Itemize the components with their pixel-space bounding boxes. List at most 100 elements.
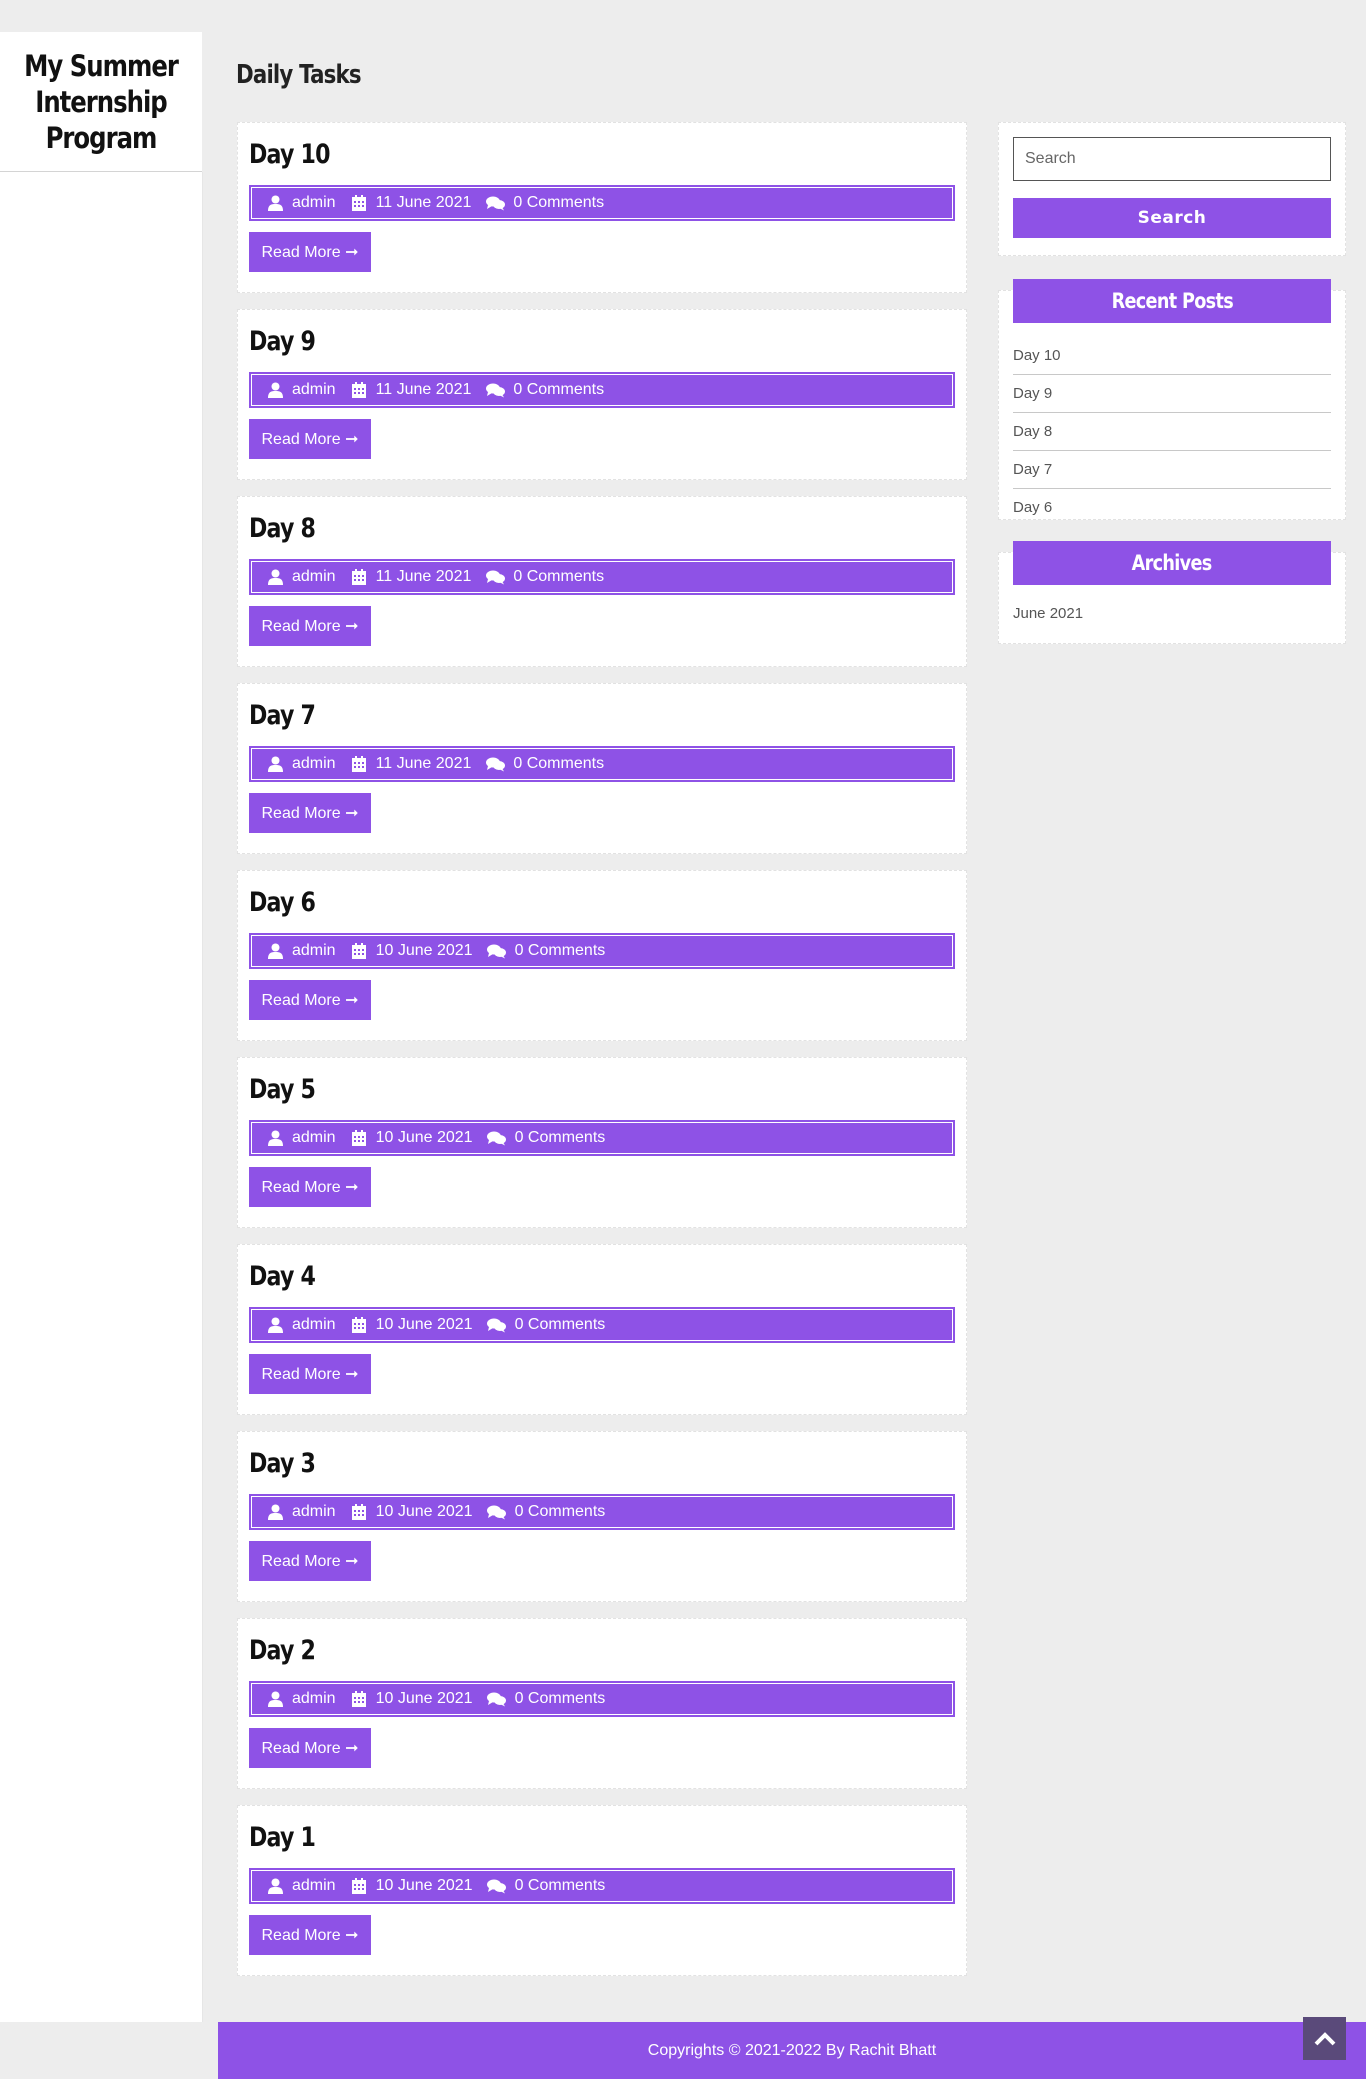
comments-icon xyxy=(485,194,505,212)
post-comments[interactable]: 0 Comments xyxy=(515,1129,606,1147)
post-comments[interactable]: 0 Comments xyxy=(515,942,606,960)
calendar-icon xyxy=(350,1690,368,1708)
post-date[interactable]: 10 June 2021 xyxy=(376,1877,473,1895)
right-sidebar: Search Recent Posts Day 10Day 9Day 8Day … xyxy=(998,122,1346,660)
recent-post-link[interactable]: Day 9 xyxy=(1013,375,1331,413)
comments-icon xyxy=(487,1316,507,1334)
calendar-icon xyxy=(350,942,368,960)
recent-post-link[interactable]: Day 8 xyxy=(1013,413,1331,451)
user-icon xyxy=(266,942,284,960)
post-date[interactable]: 10 June 2021 xyxy=(376,1129,473,1147)
post-comments[interactable]: 0 Comments xyxy=(515,1690,606,1708)
recent-post-link[interactable]: Day 7 xyxy=(1013,451,1331,489)
archives-title: Archives xyxy=(1013,541,1331,585)
post-card: Day 1 admin 10 June 2021 0 Comments Read Mor… xyxy=(237,1805,967,1976)
footer: Copyrights © 2021-2022 By Rachit Bhatt xyxy=(218,2022,1366,2079)
comments-icon xyxy=(485,755,505,773)
post-title[interactable]: Day 1 xyxy=(249,1822,316,1853)
comments-icon xyxy=(487,1503,507,1521)
post-meta: admin 11 June 2021 0 Comments xyxy=(249,185,955,221)
recent-post-link[interactable]: Day 10 xyxy=(1013,337,1331,375)
post-comments[interactable]: 0 Comments xyxy=(515,1877,606,1895)
post-card: Day 7 admin 11 June 2021 0 Comments Read Mor… xyxy=(237,683,967,854)
post-comments[interactable]: 0 Comments xyxy=(513,381,604,399)
read-more-button[interactable]: Read More ➞ xyxy=(249,1728,371,1768)
post-comments[interactable]: 0 Comments xyxy=(513,755,604,773)
post-comments[interactable]: 0 Comments xyxy=(513,568,604,586)
post-meta: admin 10 June 2021 0 Comments xyxy=(249,1307,955,1343)
read-more-button[interactable]: Read More ➞ xyxy=(249,1354,371,1394)
archives-list: June 2021 xyxy=(1013,599,1331,629)
post-author[interactable]: admin xyxy=(292,942,336,960)
post-author[interactable]: admin xyxy=(292,1877,336,1895)
post-title[interactable]: Day 8 xyxy=(249,513,316,544)
user-icon xyxy=(266,1316,284,1334)
read-more-button[interactable]: Read More ➞ xyxy=(249,1167,371,1207)
calendar-icon xyxy=(350,1129,368,1147)
left-sidebar-panel xyxy=(0,172,203,2022)
calendar-icon xyxy=(350,381,368,399)
read-more-button[interactable]: Read More ➞ xyxy=(249,606,371,646)
search-input[interactable] xyxy=(1013,137,1331,181)
comments-icon xyxy=(485,381,505,399)
comments-icon xyxy=(487,1690,507,1708)
site-title[interactable]: My Summer Internship Program xyxy=(16,48,186,156)
post-title[interactable]: Day 7 xyxy=(249,700,316,731)
post-title[interactable]: Day 6 xyxy=(249,887,316,918)
post-title[interactable]: Day 10 xyxy=(249,139,330,170)
post-meta: admin 10 June 2021 0 Comments xyxy=(249,1120,955,1156)
post-author[interactable]: admin xyxy=(292,1690,336,1708)
post-author[interactable]: admin xyxy=(292,194,336,212)
recent-posts-list: Day 10 Day 9 Day 8 Day 7 Day 6 xyxy=(1013,337,1331,527)
post-title[interactable]: Day 5 xyxy=(249,1074,316,1105)
post-author[interactable]: admin xyxy=(292,568,336,586)
post-title[interactable]: Day 2 xyxy=(249,1635,316,1666)
calendar-icon xyxy=(350,1316,368,1334)
post-author[interactable]: admin xyxy=(292,1316,336,1334)
post-title[interactable]: Day 9 xyxy=(249,326,316,357)
post-date[interactable]: 11 June 2021 xyxy=(376,755,472,773)
post-card: Day 2 admin 10 June 2021 0 Comments Read Mor… xyxy=(237,1618,967,1789)
read-more-button[interactable]: Read More ➞ xyxy=(249,793,371,833)
calendar-icon xyxy=(350,194,368,212)
post-meta: admin 11 June 2021 0 Comments xyxy=(249,559,955,595)
read-more-button[interactable]: Read More ➞ xyxy=(249,1541,371,1581)
post-date[interactable]: 11 June 2021 xyxy=(376,568,472,586)
post-meta: admin 11 June 2021 0 Comments xyxy=(249,746,955,782)
user-icon xyxy=(266,755,284,773)
post-card: Day 5 admin 10 June 2021 0 Comments Read Mor… xyxy=(237,1057,967,1228)
post-date[interactable]: 10 June 2021 xyxy=(376,942,473,960)
post-comments[interactable]: 0 Comments xyxy=(515,1503,606,1521)
read-more-button[interactable]: Read More ➞ xyxy=(249,419,371,459)
post-date[interactable]: 10 June 2021 xyxy=(376,1316,473,1334)
recent-post-link[interactable]: Day 6 xyxy=(1013,489,1331,527)
post-author[interactable]: admin xyxy=(292,755,336,773)
post-title[interactable]: Day 3 xyxy=(249,1448,316,1479)
read-more-button[interactable]: Read More ➞ xyxy=(249,1915,371,1955)
post-author[interactable]: admin xyxy=(292,1503,336,1521)
post-card: Day 8 admin 11 June 2021 0 Comments Read Mor… xyxy=(237,496,967,667)
chevron-up-icon xyxy=(1314,2031,1335,2045)
post-comments[interactable]: 0 Comments xyxy=(513,194,604,212)
search-button[interactable]: Search xyxy=(1013,198,1331,238)
post-card: Day 3 admin 10 June 2021 0 Comments Read Mor… xyxy=(237,1431,967,1602)
post-date[interactable]: 11 June 2021 xyxy=(376,194,472,212)
archives-widget: Archives June 2021 xyxy=(998,541,1346,644)
post-date[interactable]: 10 June 2021 xyxy=(376,1690,473,1708)
post-title[interactable]: Day 4 xyxy=(249,1261,316,1292)
post-card: Day 9 admin 11 June 2021 0 Comments Read Mor… xyxy=(237,309,967,480)
page-title: Daily Tasks xyxy=(236,60,362,90)
archive-link[interactable]: June 2021 xyxy=(1013,599,1331,629)
comments-icon xyxy=(487,1129,507,1147)
post-date[interactable]: 10 June 2021 xyxy=(376,1503,473,1521)
post-meta: admin 10 June 2021 0 Comments xyxy=(249,1681,955,1717)
post-date[interactable]: 11 June 2021 xyxy=(376,381,472,399)
post-author[interactable]: admin xyxy=(292,381,336,399)
post-card: Day 4 admin 10 June 2021 0 Comments Read Mor… xyxy=(237,1244,967,1415)
read-more-button[interactable]: Read More ➞ xyxy=(249,232,371,272)
post-comments[interactable]: 0 Comments xyxy=(515,1316,606,1334)
back-to-top-button[interactable] xyxy=(1303,2017,1346,2060)
post-author[interactable]: admin xyxy=(292,1129,336,1147)
read-more-button[interactable]: Read More ➞ xyxy=(249,980,371,1020)
post-meta: admin 10 June 2021 0 Comments xyxy=(249,1868,955,1904)
